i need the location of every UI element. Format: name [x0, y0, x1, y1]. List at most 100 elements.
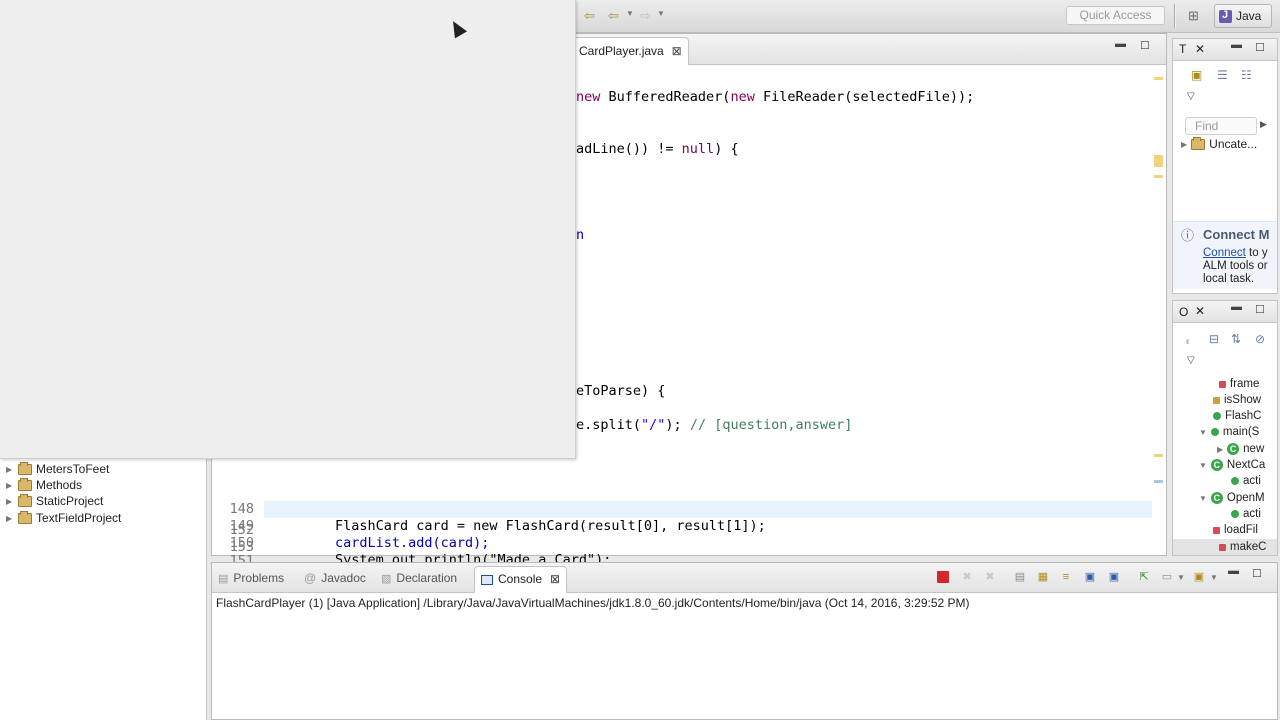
tab-console[interactable]: Console ⊠	[474, 566, 568, 593]
last-edit-location-icon[interactable]: ⇦	[584, 8, 595, 24]
project-item[interactable]: ▶ TextFieldProject	[6, 510, 121, 526]
project-item[interactable]: ▶ StaticProject	[6, 493, 103, 509]
minimize-icon[interactable]: ▬	[1231, 301, 1242, 313]
show-on-stderr-icon[interactable]: ▣	[1107, 570, 1121, 584]
terminate-icon[interactable]	[937, 571, 949, 583]
connect-text: Connect to y ALM tools or local task.	[1203, 247, 1268, 285]
ruler-marker[interactable]	[1154, 480, 1163, 483]
close-icon[interactable]: ⊠	[550, 572, 560, 586]
maximize-icon[interactable]: ☐	[1252, 567, 1262, 580]
word-wrap-icon[interactable]: ≡	[1059, 570, 1073, 584]
outline-view-tab[interactable]: O	[1179, 305, 1188, 319]
collapse-icon[interactable]: ▼	[1199, 461, 1207, 470]
expand-icon[interactable]: ▶	[6, 497, 14, 506]
outline-item-selected[interactable]: makeC	[1173, 539, 1277, 555]
outline-item[interactable]: ▶ Cnew	[1217, 441, 1264, 457]
clear-console-icon[interactable]: ▤	[1013, 570, 1027, 584]
open-perspective-icon[interactable]: ⊞	[1188, 8, 1206, 24]
sort-icon[interactable]: ⇅	[1231, 332, 1241, 346]
task-find-input[interactable]: Find	[1185, 117, 1257, 135]
class-icon: C	[1210, 459, 1223, 471]
outline-item[interactable]: ▼ C OpenM	[1199, 490, 1265, 506]
outline-item[interactable]: isShow	[1213, 392, 1261, 408]
quick-access-input[interactable]: Quick Access	[1066, 6, 1165, 25]
editor-tab-label: CardPlayer.java	[579, 44, 664, 58]
pin-console-icon[interactable]: ⇱	[1137, 570, 1151, 584]
maximize-icon[interactable]: ☐	[1140, 39, 1150, 52]
display-console-dropdown-icon[interactable]: ▼	[1177, 573, 1185, 582]
package-explorer: ▶ MetersToFeet ▶ Methods ▶ StaticProject…	[0, 458, 207, 720]
open-console-dropdown-icon[interactable]: ▼	[1210, 573, 1218, 582]
maximize-icon[interactable]: ☐	[1255, 303, 1265, 316]
new-task-icon[interactable]: ▣	[1191, 68, 1202, 82]
project-folder-icon	[18, 477, 32, 491]
forward-arrow-icon[interactable]: ⇨	[640, 8, 651, 24]
code-line-149: 149 cardList.add(card);	[229, 518, 490, 551]
view-menu-icon[interactable]: ▽	[1187, 91, 1195, 102]
back-arrow-icon[interactable]: ⇦	[608, 8, 619, 24]
ruler-marker[interactable]	[1154, 454, 1163, 457]
info-icon: ⓘ	[1181, 228, 1195, 243]
close-icon[interactable]: ✕	[1195, 42, 1205, 56]
outline-view: O ✕ ▬ ☐ ◐ ⊟ ⇅ ⊘ ▽ frame isShow FlashC ▼ m…	[1172, 300, 1278, 556]
view-menu-icon[interactable]: ▽	[1187, 355, 1195, 366]
task-view-tab[interactable]: T	[1179, 42, 1186, 56]
expand-icon[interactable]: ▶	[1217, 445, 1223, 454]
forward-dropdown-icon[interactable]: ▼	[657, 9, 665, 18]
categorized-icon[interactable]: ☰	[1217, 68, 1228, 82]
expand-icon[interactable]: ▶	[6, 465, 14, 474]
collapse-icon[interactable]: ▼	[1199, 428, 1207, 437]
collapse-icon[interactable]: ▼	[1199, 494, 1207, 503]
code-line-148: 148 FlashCard card = new FlashCard(resul…	[229, 501, 766, 534]
collapse-all-icon[interactable]: ⊟	[1209, 332, 1219, 346]
outline-item[interactable]: acti	[1231, 473, 1261, 489]
scroll-lock-icon[interactable]: ▦	[1036, 570, 1050, 584]
console-process-label: FlashCardPlayer (1) [Java Application] /…	[216, 596, 970, 610]
tab-javadoc[interactable]: @ Javadoc	[304, 571, 366, 585]
find-options-icon[interactable]: ▶	[1260, 119, 1267, 130]
outline-item[interactable]: FlashC	[1213, 408, 1261, 424]
expand-icon[interactable]: ▶	[6, 481, 14, 490]
minimize-icon[interactable]: ▬	[1228, 565, 1239, 577]
hide-non-public-icon[interactable]: ⊘	[1255, 332, 1265, 346]
outline-item[interactable]: ▼ C NextCa	[1199, 457, 1265, 473]
scheduled-icon[interactable]: ☷	[1241, 68, 1252, 82]
outline-item[interactable]: frame	[1219, 376, 1259, 392]
connect-link[interactable]: Connect	[1203, 247, 1246, 259]
tab-declaration[interactable]: ▧ Declaration	[381, 571, 457, 585]
connect-mylyn-panel: ⓘ Connect M Connect to y ALM tools or lo…	[1173, 221, 1277, 289]
expand-icon[interactable]: ▶	[1181, 140, 1187, 149]
project-folder-icon	[18, 493, 32, 507]
method-icon	[1231, 510, 1239, 518]
connect-title: Connect M	[1203, 227, 1270, 242]
tab-problems[interactable]: ▤ Problems	[218, 571, 284, 585]
expand-icon[interactable]: ▶	[6, 514, 14, 523]
uncategorized-item[interactable]: ▶ Uncate...	[1181, 136, 1257, 151]
show-on-stdout-icon[interactable]: ▣	[1083, 570, 1097, 584]
open-console-icon[interactable]: ▣	[1192, 570, 1206, 584]
code-line-150: 150 System.out.println("Made a Card");	[229, 535, 612, 568]
blank-application-window[interactable]	[0, 0, 576, 459]
remove-all-launches-icon[interactable]: ✖	[983, 570, 997, 584]
close-icon[interactable]: ⊠	[672, 44, 682, 58]
task-list-view: T ✕ ▬ ☐ ▣ ☰ ☷ ▽ Find ▶ ▶ Uncate... ⓘ Con…	[1172, 38, 1278, 294]
outline-item[interactable]: acti	[1231, 506, 1261, 522]
project-item[interactable]: ▶ MetersToFeet	[6, 461, 109, 477]
back-dropdown-icon[interactable]: ▼	[626, 9, 634, 18]
hide-fields-icon[interactable]: ◐	[1185, 334, 1192, 348]
editor-tab[interactable]: CardPlayer.java ⊠	[572, 37, 689, 65]
outline-item[interactable]: ▼ main(S	[1199, 424, 1259, 440]
maximize-icon[interactable]: ☐	[1255, 41, 1265, 54]
ruler-marker[interactable]	[1154, 77, 1163, 80]
project-item[interactable]: ▶ Methods	[6, 477, 82, 493]
minimize-icon[interactable]: ▬	[1115, 38, 1126, 50]
remove-launch-icon[interactable]: ✖	[960, 570, 974, 584]
minimize-icon[interactable]: ▬	[1231, 39, 1242, 51]
project-label: TextFieldProject	[36, 511, 122, 525]
ruler-marker[interactable]	[1154, 155, 1163, 167]
close-icon[interactable]: ✕	[1195, 304, 1205, 318]
ruler-marker[interactable]	[1154, 175, 1163, 178]
outline-item[interactable]: loadFil	[1213, 522, 1258, 538]
display-console-icon[interactable]: ▭	[1160, 570, 1174, 584]
java-perspective-button[interactable]: Java	[1214, 4, 1272, 28]
